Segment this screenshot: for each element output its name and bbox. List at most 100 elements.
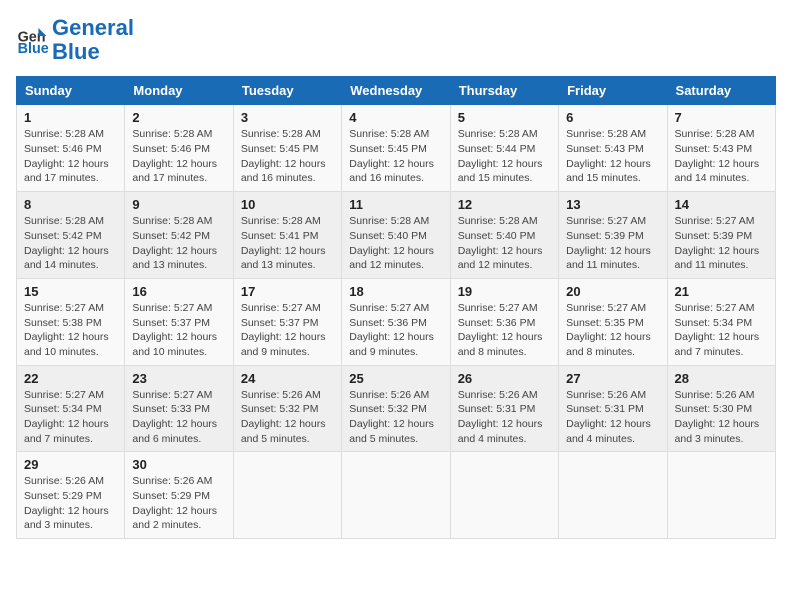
calendar-day: 29Sunrise: 5:26 AM Sunset: 5:29 PM Dayli… xyxy=(17,452,125,539)
day-number: 13 xyxy=(566,197,659,212)
calendar-day: 22Sunrise: 5:27 AM Sunset: 5:34 PM Dayli… xyxy=(17,365,125,452)
calendar-day xyxy=(450,452,558,539)
calendar-day: 5 Sunrise: 5:28 AM Sunset: 5:44 PM Daylig… xyxy=(450,105,558,192)
day-number: 26 xyxy=(458,371,551,386)
day-number: 25 xyxy=(349,371,442,386)
day-number: 27 xyxy=(566,371,659,386)
day-number: 3 xyxy=(241,110,334,125)
day-number: 11 xyxy=(349,197,442,212)
day-number: 18 xyxy=(349,284,442,299)
calendar-day: 28 Sunrise: 5:26 AM Sunset: 5:30 PM Dayli… xyxy=(667,365,775,452)
day-number: 2 xyxy=(132,110,225,125)
day-detail: Sunrise: 5:28 AM Sunset: 5:42 PM Dayligh… xyxy=(132,214,225,273)
calendar-day: 10 Sunrise: 5:28 AM Sunset: 5:41 PM Dayli… xyxy=(233,192,341,279)
calendar-day: 7 Sunrise: 5:28 AM Sunset: 5:43 PM Daylig… xyxy=(667,105,775,192)
calendar-day: 17 Sunrise: 5:27 AM Sunset: 5:37 PM Dayli… xyxy=(233,278,341,365)
calendar-day: 27 Sunrise: 5:26 AM Sunset: 5:31 PM Dayli… xyxy=(559,365,667,452)
calendar-week-row: 22Sunrise: 5:27 AM Sunset: 5:34 PM Dayli… xyxy=(17,365,776,452)
day-number: 8 xyxy=(24,197,117,212)
calendar-day: 25 Sunrise: 5:26 AM Sunset: 5:32 PM Dayli… xyxy=(342,365,450,452)
day-number: 24 xyxy=(241,371,334,386)
day-detail: Sunrise: 5:26 AM Sunset: 5:29 PM Dayligh… xyxy=(132,474,225,533)
day-detail: Sunrise: 5:27 AM Sunset: 5:34 PM Dayligh… xyxy=(675,301,768,360)
calendar-day: 30Sunrise: 5:26 AM Sunset: 5:29 PM Dayli… xyxy=(125,452,233,539)
svg-text:Blue: Blue xyxy=(18,41,48,56)
day-number: 7 xyxy=(675,110,768,125)
calendar-day xyxy=(342,452,450,539)
calendar-day: 13 Sunrise: 5:27 AM Sunset: 5:39 PM Dayli… xyxy=(559,192,667,279)
day-number: 19 xyxy=(458,284,551,299)
day-number: 12 xyxy=(458,197,551,212)
day-detail: Sunrise: 5:26 AM Sunset: 5:32 PM Dayligh… xyxy=(241,388,334,447)
day-number: 21 xyxy=(675,284,768,299)
day-detail: Sunrise: 5:28 AM Sunset: 5:46 PM Dayligh… xyxy=(132,127,225,186)
calendar-header-row: SundayMondayTuesdayWednesdayThursdayFrid… xyxy=(17,77,776,105)
calendar-day: 14 Sunrise: 5:27 AM Sunset: 5:39 PM Dayli… xyxy=(667,192,775,279)
page-header: Gen Blue GeneralBlue xyxy=(16,16,776,64)
calendar-table: SundayMondayTuesdayWednesdayThursdayFrid… xyxy=(16,76,776,539)
calendar-day: 26 Sunrise: 5:26 AM Sunset: 5:31 PM Dayli… xyxy=(450,365,558,452)
calendar-week-row: 8 Sunrise: 5:28 AM Sunset: 5:42 PM Daylig… xyxy=(17,192,776,279)
calendar-day: 1 Sunrise: 5:28 AM Sunset: 5:46 PM Daylig… xyxy=(17,105,125,192)
day-number: 4 xyxy=(349,110,442,125)
day-number: 5 xyxy=(458,110,551,125)
day-detail: Sunrise: 5:26 AM Sunset: 5:32 PM Dayligh… xyxy=(349,388,442,447)
day-detail: Sunrise: 5:28 AM Sunset: 5:43 PM Dayligh… xyxy=(566,127,659,186)
calendar-day: 2 Sunrise: 5:28 AM Sunset: 5:46 PM Daylig… xyxy=(125,105,233,192)
calendar-day: 4 Sunrise: 5:28 AM Sunset: 5:45 PM Daylig… xyxy=(342,105,450,192)
calendar-day: 12 Sunrise: 5:28 AM Sunset: 5:40 PM Dayli… xyxy=(450,192,558,279)
calendar-day: 6Sunrise: 5:28 AM Sunset: 5:43 PM Daylig… xyxy=(559,105,667,192)
day-detail: Sunrise: 5:28 AM Sunset: 5:41 PM Dayligh… xyxy=(241,214,334,273)
calendar-day xyxy=(667,452,775,539)
day-number: 23 xyxy=(132,371,225,386)
day-detail: Sunrise: 5:27 AM Sunset: 5:36 PM Dayligh… xyxy=(349,301,442,360)
day-detail: Sunrise: 5:27 AM Sunset: 5:37 PM Dayligh… xyxy=(132,301,225,360)
day-detail: Sunrise: 5:27 AM Sunset: 5:36 PM Dayligh… xyxy=(458,301,551,360)
calendar-day: 21 Sunrise: 5:27 AM Sunset: 5:34 PM Dayli… xyxy=(667,278,775,365)
day-detail: Sunrise: 5:26 AM Sunset: 5:30 PM Dayligh… xyxy=(675,388,768,447)
calendar-day: 19 Sunrise: 5:27 AM Sunset: 5:36 PM Dayli… xyxy=(450,278,558,365)
calendar-day xyxy=(233,452,341,539)
day-detail: Sunrise: 5:27 AM Sunset: 5:39 PM Dayligh… xyxy=(566,214,659,273)
day-detail: Sunrise: 5:27 AM Sunset: 5:39 PM Dayligh… xyxy=(675,214,768,273)
header-monday: Monday xyxy=(125,77,233,105)
calendar-day: 24 Sunrise: 5:26 AM Sunset: 5:32 PM Dayli… xyxy=(233,365,341,452)
day-detail: Sunrise: 5:26 AM Sunset: 5:31 PM Dayligh… xyxy=(566,388,659,447)
day-detail: Sunrise: 5:27 AM Sunset: 5:38 PM Dayligh… xyxy=(24,301,117,360)
day-detail: Sunrise: 5:28 AM Sunset: 5:45 PM Dayligh… xyxy=(349,127,442,186)
calendar-day xyxy=(559,452,667,539)
calendar-day: 16 Sunrise: 5:27 AM Sunset: 5:37 PM Dayli… xyxy=(125,278,233,365)
header-sunday: Sunday xyxy=(17,77,125,105)
header-saturday: Saturday xyxy=(667,77,775,105)
logo-text: GeneralBlue xyxy=(52,16,134,64)
day-number: 15 xyxy=(24,284,117,299)
calendar-week-row: 15 Sunrise: 5:27 AM Sunset: 5:38 PM Dayli… xyxy=(17,278,776,365)
day-detail: Sunrise: 5:27 AM Sunset: 5:35 PM Dayligh… xyxy=(566,301,659,360)
day-number: 1 xyxy=(24,110,117,125)
day-number: 14 xyxy=(675,197,768,212)
day-detail: Sunrise: 5:28 AM Sunset: 5:40 PM Dayligh… xyxy=(458,214,551,273)
calendar-week-row: 29Sunrise: 5:26 AM Sunset: 5:29 PM Dayli… xyxy=(17,452,776,539)
day-detail: Sunrise: 5:26 AM Sunset: 5:31 PM Dayligh… xyxy=(458,388,551,447)
day-number: 17 xyxy=(241,284,334,299)
day-detail: Sunrise: 5:27 AM Sunset: 5:34 PM Dayligh… xyxy=(24,388,117,447)
day-number: 9 xyxy=(132,197,225,212)
calendar-day: 8Sunrise: 5:28 AM Sunset: 5:42 PM Daylig… xyxy=(17,192,125,279)
day-number: 10 xyxy=(241,197,334,212)
day-detail: Sunrise: 5:28 AM Sunset: 5:45 PM Dayligh… xyxy=(241,127,334,186)
day-detail: Sunrise: 5:27 AM Sunset: 5:37 PM Dayligh… xyxy=(241,301,334,360)
calendar-day: 3 Sunrise: 5:28 AM Sunset: 5:45 PM Daylig… xyxy=(233,105,341,192)
header-wednesday: Wednesday xyxy=(342,77,450,105)
header-thursday: Thursday xyxy=(450,77,558,105)
day-detail: Sunrise: 5:28 AM Sunset: 5:43 PM Dayligh… xyxy=(675,127,768,186)
day-number: 16 xyxy=(132,284,225,299)
calendar-day: 20Sunrise: 5:27 AM Sunset: 5:35 PM Dayli… xyxy=(559,278,667,365)
day-detail: Sunrise: 5:28 AM Sunset: 5:46 PM Dayligh… xyxy=(24,127,117,186)
calendar-day: 11Sunrise: 5:28 AM Sunset: 5:40 PM Dayli… xyxy=(342,192,450,279)
day-detail: Sunrise: 5:28 AM Sunset: 5:44 PM Dayligh… xyxy=(458,127,551,186)
calendar-day: 18 Sunrise: 5:27 AM Sunset: 5:36 PM Dayli… xyxy=(342,278,450,365)
header-friday: Friday xyxy=(559,77,667,105)
day-detail: Sunrise: 5:26 AM Sunset: 5:29 PM Dayligh… xyxy=(24,474,117,533)
calendar-day: 23Sunrise: 5:27 AM Sunset: 5:33 PM Dayli… xyxy=(125,365,233,452)
day-number: 28 xyxy=(675,371,768,386)
